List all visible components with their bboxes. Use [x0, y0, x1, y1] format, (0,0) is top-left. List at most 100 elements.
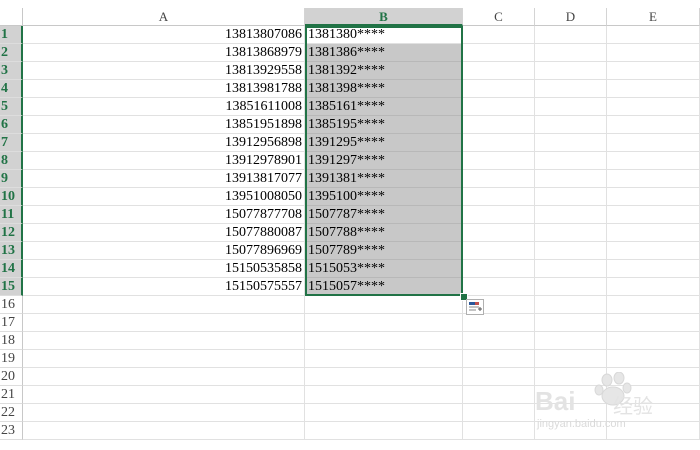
cell-b21[interactable] — [305, 386, 463, 404]
row-header-22[interactable]: 22 — [0, 404, 23, 422]
cell-a19[interactable] — [23, 350, 305, 368]
row-header-12[interactable]: 12 — [0, 224, 23, 242]
cell-d17[interactable] — [535, 314, 607, 332]
row-header-11[interactable]: 11 — [0, 206, 23, 224]
cell-d10[interactable] — [535, 188, 607, 206]
cell-e19[interactable] — [607, 350, 700, 368]
cell-c7[interactable] — [463, 134, 535, 152]
row-header-18[interactable]: 18 — [0, 332, 23, 350]
column-header-a[interactable]: A — [23, 8, 305, 26]
cell-e7[interactable] — [607, 134, 700, 152]
cell-e1[interactable] — [607, 26, 700, 44]
cell-a16[interactable] — [23, 296, 305, 314]
cell-a6[interactable]: 13851951898 — [23, 116, 305, 134]
cell-d14[interactable] — [535, 260, 607, 278]
cell-d23[interactable] — [535, 422, 607, 440]
cell-b15[interactable]: 1515057**** — [305, 278, 463, 296]
cell-b4[interactable]: 1381398**** — [305, 80, 463, 98]
cell-e14[interactable] — [607, 260, 700, 278]
row-header-4[interactable]: 4 — [0, 80, 23, 98]
cell-a17[interactable] — [23, 314, 305, 332]
cell-e23[interactable] — [607, 422, 700, 440]
cell-c17[interactable] — [463, 314, 535, 332]
cell-b18[interactable] — [305, 332, 463, 350]
cell-c12[interactable] — [463, 224, 535, 242]
cell-d9[interactable] — [535, 170, 607, 188]
cell-d6[interactable] — [535, 116, 607, 134]
cell-c5[interactable] — [463, 98, 535, 116]
cell-c18[interactable] — [463, 332, 535, 350]
cell-b9[interactable]: 1391381**** — [305, 170, 463, 188]
cell-a2[interactable]: 13813868979 — [23, 44, 305, 62]
cell-b17[interactable] — [305, 314, 463, 332]
cell-e16[interactable] — [607, 296, 700, 314]
cell-e15[interactable] — [607, 278, 700, 296]
row-header-3[interactable]: 3 — [0, 62, 23, 80]
cell-a14[interactable]: 15150535858 — [23, 260, 305, 278]
cell-b3[interactable]: 1381392**** — [305, 62, 463, 80]
cell-e13[interactable] — [607, 242, 700, 260]
cell-e11[interactable] — [607, 206, 700, 224]
cell-e2[interactable] — [607, 44, 700, 62]
cell-d21[interactable] — [535, 386, 607, 404]
cell-c10[interactable] — [463, 188, 535, 206]
row-header-5[interactable]: 5 — [0, 98, 23, 116]
cell-e9[interactable] — [607, 170, 700, 188]
row-header-2[interactable]: 2 — [0, 44, 23, 62]
row-header-17[interactable]: 17 — [0, 314, 23, 332]
cell-c14[interactable] — [463, 260, 535, 278]
cell-d19[interactable] — [535, 350, 607, 368]
cell-e17[interactable] — [607, 314, 700, 332]
cell-a12[interactable]: 15077880087 — [23, 224, 305, 242]
cell-b14[interactable]: 1515053**** — [305, 260, 463, 278]
row-header-1[interactable]: 1 — [0, 26, 23, 44]
cell-e22[interactable] — [607, 404, 700, 422]
cell-d16[interactable] — [535, 296, 607, 314]
cell-a4[interactable]: 13813981788 — [23, 80, 305, 98]
row-header-6[interactable]: 6 — [0, 116, 23, 134]
cell-b5[interactable]: 1385161**** — [305, 98, 463, 116]
row-header-9[interactable]: 9 — [0, 170, 23, 188]
cell-e10[interactable] — [607, 188, 700, 206]
cell-a1[interactable]: 13813807086 — [23, 26, 305, 44]
row-header-19[interactable]: 19 — [0, 350, 23, 368]
column-header-c[interactable]: C — [463, 8, 535, 26]
cell-a3[interactable]: 13813929558 — [23, 62, 305, 80]
quick-analysis-icon[interactable] — [466, 299, 484, 315]
cell-c15[interactable] — [463, 278, 535, 296]
cell-a13[interactable]: 15077896969 — [23, 242, 305, 260]
row-header-16[interactable]: 16 — [0, 296, 23, 314]
cell-b2[interactable]: 1381386**** — [305, 44, 463, 62]
cell-a11[interactable]: 15077877708 — [23, 206, 305, 224]
cell-b7[interactable]: 1391295**** — [305, 134, 463, 152]
cell-b8[interactable]: 1391297**** — [305, 152, 463, 170]
cell-c11[interactable] — [463, 206, 535, 224]
cell-e3[interactable] — [607, 62, 700, 80]
cell-e12[interactable] — [607, 224, 700, 242]
row-header-14[interactable]: 14 — [0, 260, 23, 278]
cell-b12[interactable]: 1507788**** — [305, 224, 463, 242]
cell-b22[interactable] — [305, 404, 463, 422]
row-header-23[interactable]: 23 — [0, 422, 23, 440]
row-header-20[interactable]: 20 — [0, 368, 23, 386]
column-header-d[interactable]: D — [535, 8, 607, 26]
cell-d3[interactable] — [535, 62, 607, 80]
cell-a21[interactable] — [23, 386, 305, 404]
cell-a18[interactable] — [23, 332, 305, 350]
cell-b13[interactable]: 1507789**** — [305, 242, 463, 260]
cell-a9[interactable]: 13913817077 — [23, 170, 305, 188]
cell-b19[interactable] — [305, 350, 463, 368]
row-header-10[interactable]: 10 — [0, 188, 23, 206]
row-header-7[interactable]: 7 — [0, 134, 23, 152]
row-header-8[interactable]: 8 — [0, 152, 23, 170]
cell-c4[interactable] — [463, 80, 535, 98]
cell-c20[interactable] — [463, 368, 535, 386]
cell-b23[interactable] — [305, 422, 463, 440]
cell-c22[interactable] — [463, 404, 535, 422]
cell-c23[interactable] — [463, 422, 535, 440]
column-header-e[interactable]: E — [607, 8, 700, 26]
cell-c3[interactable] — [463, 62, 535, 80]
cell-c6[interactable] — [463, 116, 535, 134]
cell-c2[interactable] — [463, 44, 535, 62]
cell-d2[interactable] — [535, 44, 607, 62]
